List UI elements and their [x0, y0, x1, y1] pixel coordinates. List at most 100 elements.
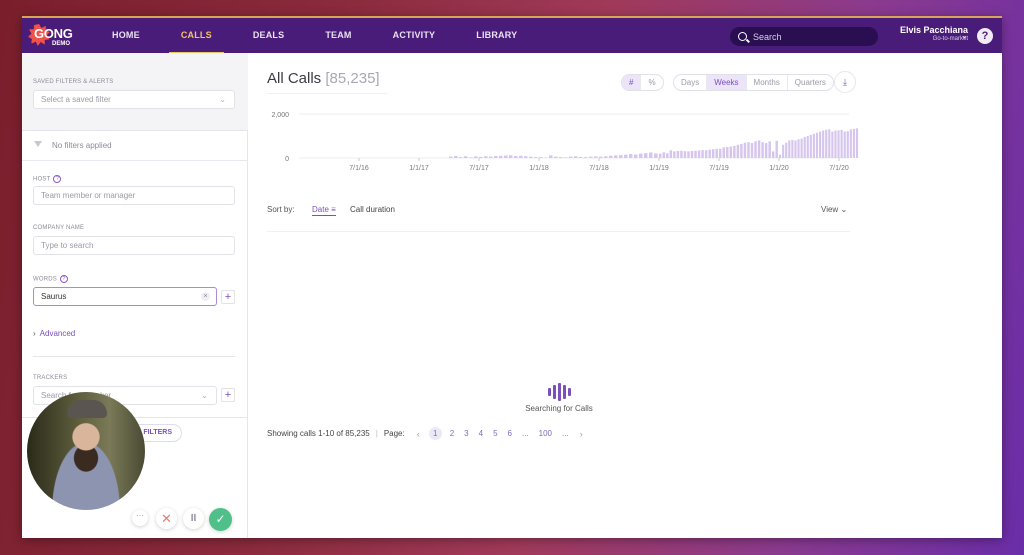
finish-recording-button[interactable]: ✓	[209, 508, 232, 531]
page-4[interactable]: 4	[479, 429, 483, 438]
period-days[interactable]: Days	[674, 75, 708, 90]
page-100[interactable]: 100	[539, 429, 552, 438]
divider	[33, 356, 235, 357]
chart-bar	[797, 139, 800, 158]
webcam-video-bubble[interactable]	[27, 392, 145, 510]
prev-page-icon[interactable]: ‹	[417, 429, 420, 439]
words-input[interactable]: Saurus ×	[33, 287, 217, 306]
nav-home[interactable]: HOME	[100, 18, 152, 53]
chart-bar	[539, 157, 543, 158]
saved-filters-section: SAVED FILTERS & ALERTS Select a saved fi…	[22, 53, 248, 131]
chart-bar	[484, 156, 488, 158]
chart-bar	[768, 141, 771, 158]
page-3[interactable]: 3	[464, 429, 468, 438]
nav-calls[interactable]: CALLS	[168, 18, 224, 55]
divider	[267, 93, 387, 94]
chart-bar	[708, 149, 711, 158]
page-ellipsis: ...	[562, 429, 569, 438]
chart-bar	[791, 139, 794, 158]
global-search-input[interactable]: Search	[730, 27, 878, 46]
sort-by-duration[interactable]: Call duration	[350, 205, 395, 214]
chart-bar	[809, 134, 812, 158]
chevron-down-icon: ⌄	[201, 391, 208, 400]
toggle-percent[interactable]: %	[641, 75, 662, 90]
chart-bar	[843, 131, 846, 158]
chart-bar	[464, 156, 468, 158]
period-quarters[interactable]: Quarters	[788, 75, 833, 90]
x-tick-label: 7/1/19	[709, 165, 729, 172]
saved-filter-placeholder: Select a saved filter	[41, 95, 111, 104]
cancel-recording-button[interactable]: ✕	[156, 508, 177, 529]
y-tick-label: 0	[285, 156, 289, 163]
chart-bar	[750, 143, 754, 158]
user-menu[interactable]: Elvis Pacchiana Go-to-market	[884, 25, 968, 42]
loading-indicator: Searching for Calls	[519, 383, 599, 413]
chart-bar	[806, 136, 809, 158]
view-menu[interactable]: View ⌄	[821, 205, 847, 214]
sort-by-date[interactable]: Date ≡	[312, 205, 336, 216]
chart-bar	[837, 130, 840, 158]
clear-icon[interactable]: ×	[201, 292, 210, 301]
chart-bar	[599, 156, 603, 158]
chart-bar	[574, 156, 578, 158]
add-word-button[interactable]: +	[221, 290, 235, 304]
saved-filter-select[interactable]: Select a saved filter ⌄	[33, 90, 235, 109]
chart-bar	[803, 136, 806, 158]
host-placeholder: Team member or manager	[41, 191, 136, 200]
host-label-text: HOST	[33, 176, 51, 183]
add-tracker-button[interactable]: +	[221, 388, 235, 402]
chart-bar	[479, 156, 483, 158]
chart-bar	[649, 152, 653, 158]
searching-text: Searching for Calls	[525, 404, 593, 413]
nav-team[interactable]: TEAM	[313, 18, 363, 53]
page-5[interactable]: 5	[493, 429, 497, 438]
view-label: View	[821, 205, 839, 214]
period-months[interactable]: Months	[747, 75, 788, 90]
chart-bar	[644, 153, 648, 158]
chart-bar	[764, 143, 768, 158]
nav-library[interactable]: LIBRARY	[464, 18, 529, 53]
chart-bar	[459, 157, 463, 158]
nav-activity[interactable]: ACTIVITY	[381, 18, 448, 53]
chart-bar	[701, 150, 704, 158]
nav-deals[interactable]: DEALS	[241, 18, 297, 53]
page-2[interactable]: 2	[450, 429, 454, 438]
chart-bar	[673, 151, 676, 158]
company-name-input[interactable]: Type to search	[33, 236, 235, 255]
pause-recording-button[interactable]: II	[183, 508, 204, 529]
chart-bar	[788, 140, 791, 158]
user-chevron-down-icon[interactable]: ⌄	[961, 31, 968, 40]
chart-bar	[569, 156, 573, 158]
page-1[interactable]: 1	[428, 427, 442, 440]
company-name-label: COMPANY NAME	[33, 225, 85, 231]
chart-bar	[846, 131, 849, 158]
toggle-count[interactable]: #	[622, 75, 642, 90]
page-6[interactable]: 6	[508, 429, 512, 438]
advanced-toggle[interactable]: › Advanced	[33, 329, 75, 338]
x-tick-label: 1/1/20	[769, 165, 789, 172]
period-weeks[interactable]: Weeks	[707, 75, 747, 90]
chart-bar	[619, 155, 623, 158]
more-options-button[interactable]: ···	[132, 510, 148, 526]
calls-volume-chart: 0 2,000 7/1/16 1/1/17 7/1/17 1/1/18 7/1/18 1/1/…	[271, 112, 859, 172]
chart-bar	[736, 144, 740, 158]
chart-bar	[849, 129, 852, 158]
chart-bar	[690, 150, 694, 158]
next-page-icon[interactable]: ›	[580, 429, 583, 439]
chart-bar	[855, 128, 859, 158]
download-icon[interactable]: ⤓	[834, 71, 856, 93]
chart-bar	[494, 156, 498, 158]
chart-bar	[794, 140, 797, 158]
host-input[interactable]: Team member or manager	[33, 186, 235, 205]
words-help-icon[interactable]: ?	[60, 275, 68, 283]
host-help-icon[interactable]: ?	[53, 175, 62, 183]
help-icon[interactable]: ?	[977, 28, 993, 44]
no-filters-row: No filters applied	[22, 131, 248, 161]
chart-bar	[509, 155, 513, 158]
showing-text: Showing calls 1-10 of 85,235	[267, 429, 370, 438]
host-label: HOST?	[33, 175, 62, 183]
calls-main-panel: All Calls [85,235] # % Days Weeks Months…	[249, 53, 1002, 538]
chart-bar	[747, 142, 750, 158]
x-tick-label: 7/1/20	[829, 165, 849, 172]
gong-logo[interactable]: GONG DEMO	[28, 22, 76, 50]
